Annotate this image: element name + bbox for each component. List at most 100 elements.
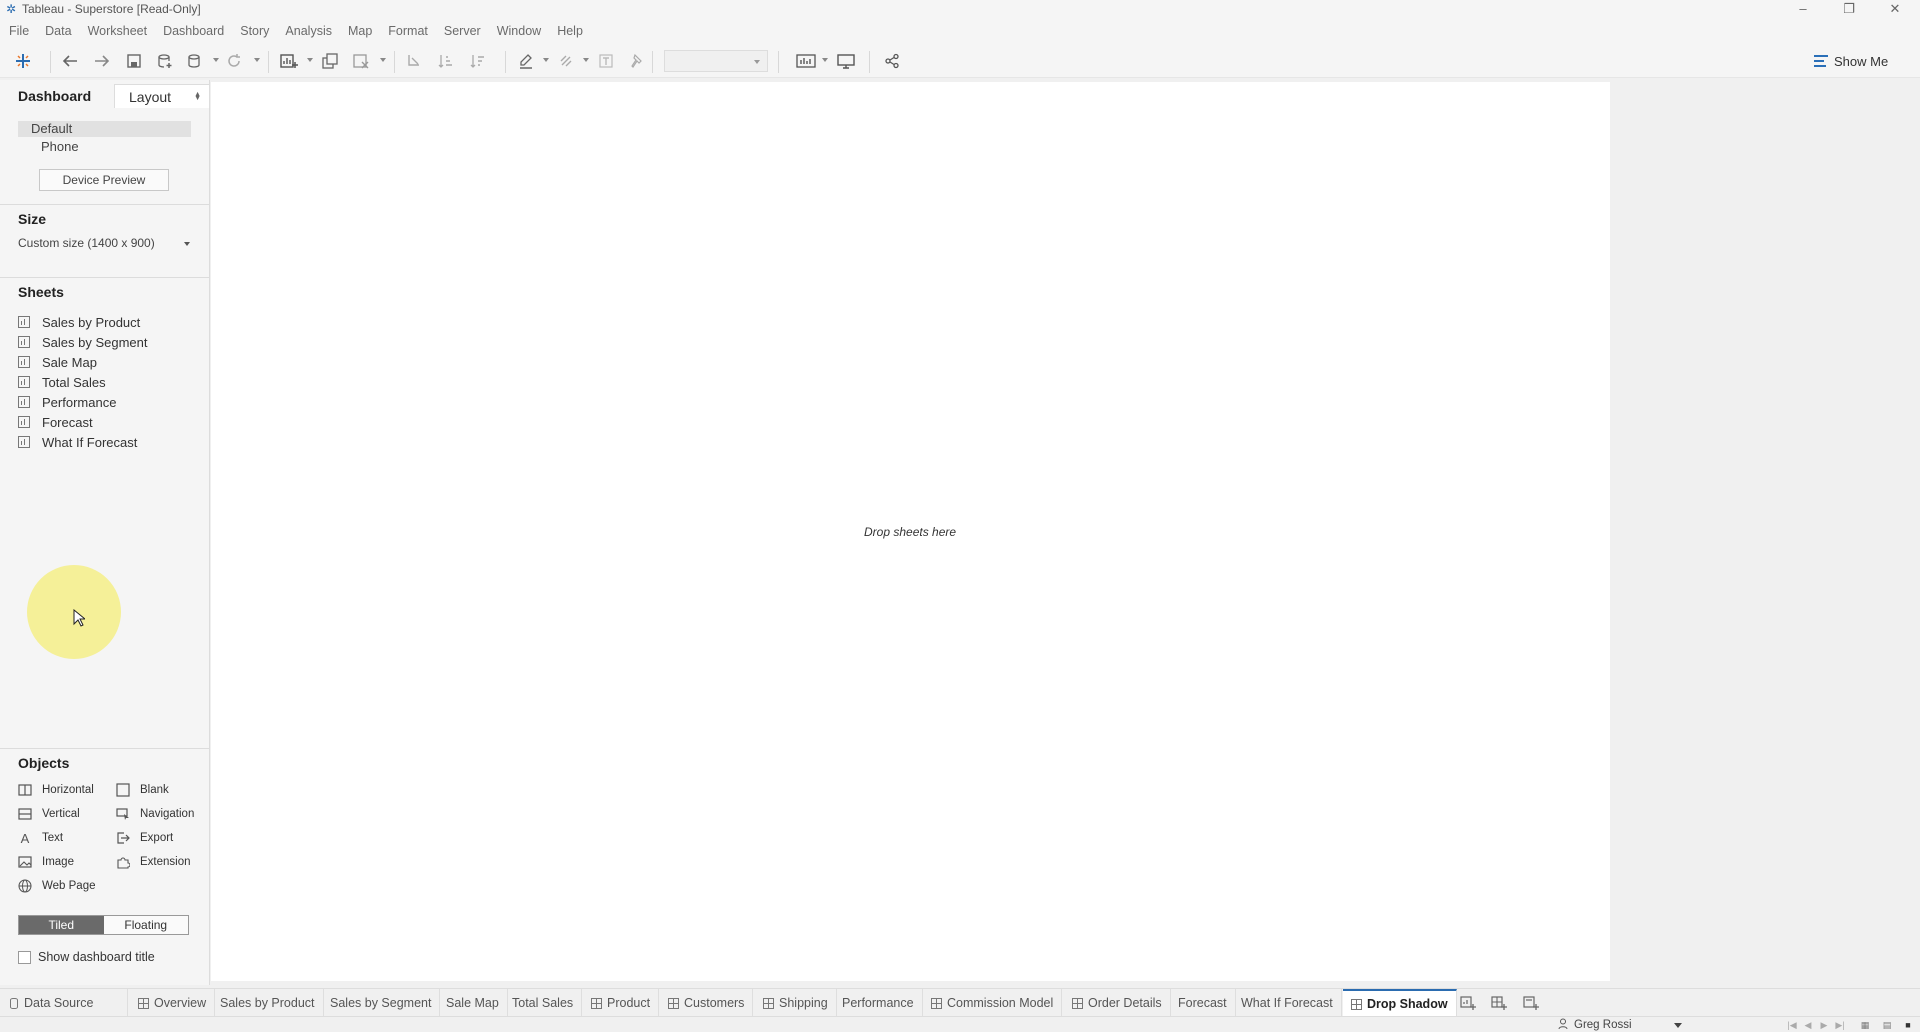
redo-icon[interactable] <box>92 50 112 72</box>
tab-forecast[interactable]: Forecast <box>1170 989 1236 1017</box>
object-web-page[interactable]: Web Page <box>18 877 96 895</box>
filmstrip-icon[interactable]: ▤ <box>1882 1020 1892 1030</box>
menu-window[interactable]: Window <box>497 24 541 38</box>
show-dashboard-title-checkbox[interactable]: Show dashboard title <box>18 949 155 965</box>
menu-map[interactable]: Map <box>348 24 372 38</box>
objects-title: Objects <box>18 755 70 771</box>
object-blank[interactable]: Blank <box>116 781 169 799</box>
sort-descending-icon[interactable] <box>468 50 488 72</box>
save-icon[interactable] <box>124 50 144 72</box>
tableau-home-icon[interactable] <box>12 50 34 72</box>
group-members-icon[interactable] <box>556 50 576 72</box>
tab-overview[interactable]: Overview <box>130 989 216 1017</box>
chevron-down-icon <box>184 242 190 246</box>
new-worksheet-tab-icon[interactable] <box>1459 995 1477 1011</box>
tab-label: Data Source <box>24 996 94 1010</box>
menu-data[interactable]: Data <box>45 24 71 38</box>
tab-shipping[interactable]: Shipping <box>755 989 837 1017</box>
previous-sheet-icon[interactable]: ◀ <box>1803 1020 1813 1030</box>
tab-label: Sales by Segment <box>330 996 432 1010</box>
new-story-tab-icon[interactable] <box>1522 995 1540 1011</box>
tab-what-if-forecast[interactable]: What If Forecast <box>1233 989 1342 1017</box>
object-label: Horizontal <box>42 784 94 796</box>
new-dashboard-tab-icon[interactable] <box>1490 995 1508 1011</box>
menu-dashboard[interactable]: Dashboard <box>163 24 224 38</box>
close-button[interactable]: ✕ <box>1872 0 1918 17</box>
object-text[interactable]: A Text <box>18 829 63 847</box>
sheet-item-forecast[interactable]: Forecast <box>18 413 93 431</box>
last-sheet-icon[interactable]: ▶| <box>1835 1020 1845 1030</box>
tab-commission-model[interactable]: Commission Model <box>923 989 1063 1017</box>
refresh-icon[interactable] <box>224 50 244 72</box>
navigation-icon <box>116 807 130 821</box>
user-menu[interactable]: Greg Rossi <box>1558 1017 1682 1032</box>
size-dropdown[interactable]: Custom size (1400 x 900) <box>18 236 193 252</box>
menu-bar: File Data Worksheet Dashboard Story Anal… <box>0 17 1920 44</box>
sort-ascending-icon[interactable] <box>436 50 456 72</box>
menu-help[interactable]: Help <box>557 24 583 38</box>
show-me-label: Show Me <box>1834 53 1889 69</box>
tab-layout[interactable]: Layout ▲ ▼ <box>114 84 210 108</box>
fit-dropdown[interactable] <box>664 50 768 72</box>
tab-label: Commission Model <box>947 996 1054 1010</box>
minimize-button[interactable]: – <box>1780 0 1826 17</box>
sheet-item-sale-map[interactable]: Sale Map <box>18 353 97 371</box>
object-horizontal[interactable]: Horizontal <box>18 781 94 799</box>
object-vertical[interactable]: Vertical <box>18 805 80 823</box>
menu-file[interactable]: File <box>9 24 29 38</box>
new-worksheet-icon[interactable] <box>278 50 300 72</box>
tab-label: Total Sales <box>512 996 574 1010</box>
tab-drop-shadow[interactable]: Drop Shadow <box>1343 989 1457 1017</box>
object-navigation[interactable]: Navigation <box>116 805 194 823</box>
show-cards-icon[interactable] <box>794 50 818 72</box>
floating-button[interactable]: Floating <box>103 916 188 934</box>
device-preview-button[interactable]: Device Preview <box>39 169 169 191</box>
object-extension[interactable]: Extension <box>116 853 191 871</box>
tab-order-details[interactable]: Order Details <box>1064 989 1171 1017</box>
menu-format[interactable]: Format <box>388 24 428 38</box>
sheet-item-sales-by-product[interactable]: Sales by Product <box>18 313 140 331</box>
menu-server[interactable]: Server <box>444 24 481 38</box>
duplicate-sheet-icon[interactable] <box>320 50 340 72</box>
show-mark-labels-icon[interactable] <box>596 50 616 72</box>
tab-performance[interactable]: Performance <box>834 989 923 1017</box>
presentation-mode-icon[interactable] <box>835 50 857 72</box>
first-sheet-icon[interactable]: |◀ <box>1787 1020 1797 1030</box>
show-me-button[interactable]: Show Me <box>1814 50 1888 72</box>
menu-worksheet[interactable]: Worksheet <box>88 24 148 38</box>
dashboard-icon <box>763 997 774 1009</box>
sheet-item-what-if-forecast[interactable]: What If Forecast <box>18 433 137 451</box>
tab-sale-map[interactable]: Sale Map <box>438 989 508 1017</box>
worksheet-icon <box>18 436 30 448</box>
tab-dashboard[interactable]: Dashboard <box>0 84 114 108</box>
tab-product[interactable]: Product <box>583 989 660 1017</box>
sheet-sorter-icon[interactable]: ▦ <box>1860 1020 1870 1030</box>
tab-data-source[interactable]: Data Source <box>0 989 128 1017</box>
sheet-item-performance[interactable]: Performance <box>18 393 116 411</box>
restore-button[interactable]: ❐ <box>1826 0 1872 17</box>
tab-sales-by-segment[interactable]: Sales by Segment <box>322 989 441 1017</box>
object-image[interactable]: Image <box>18 853 74 871</box>
pause-updates-icon[interactable] <box>186 50 204 72</box>
object-export[interactable]: Export <box>116 829 173 847</box>
sheet-item-total-sales[interactable]: Total Sales <box>18 373 106 391</box>
menu-story[interactable]: Story <box>240 24 269 38</box>
tabs-view-icon[interactable]: ■ <box>1903 1020 1913 1030</box>
swap-rows-columns-icon[interactable] <box>404 50 424 72</box>
next-sheet-icon[interactable]: ▶ <box>1819 1020 1829 1030</box>
share-icon[interactable] <box>882 50 902 72</box>
clear-sheet-icon[interactable] <box>351 50 371 72</box>
status-bar: Greg Rossi |◀ ◀ ▶ ▶| ▦ ▤ ■ <box>0 1016 1920 1032</box>
fix-axes-icon[interactable] <box>627 50 647 72</box>
highlight-icon[interactable] <box>516 50 536 72</box>
undo-icon[interactable] <box>60 50 80 72</box>
tab-total-sales[interactable]: Total Sales <box>504 989 583 1017</box>
tab-customers[interactable]: Customers <box>660 989 754 1017</box>
device-phone[interactable]: Phone <box>41 139 79 154</box>
device-default[interactable]: Default <box>18 121 191 137</box>
tab-sales-by-product[interactable]: Sales by Product <box>212 989 324 1017</box>
sheet-item-sales-by-segment[interactable]: Sales by Segment <box>18 333 148 351</box>
new-data-source-icon[interactable] <box>155 50 175 72</box>
tiled-button[interactable]: Tiled <box>19 916 104 934</box>
menu-analysis[interactable]: Analysis <box>285 24 332 38</box>
